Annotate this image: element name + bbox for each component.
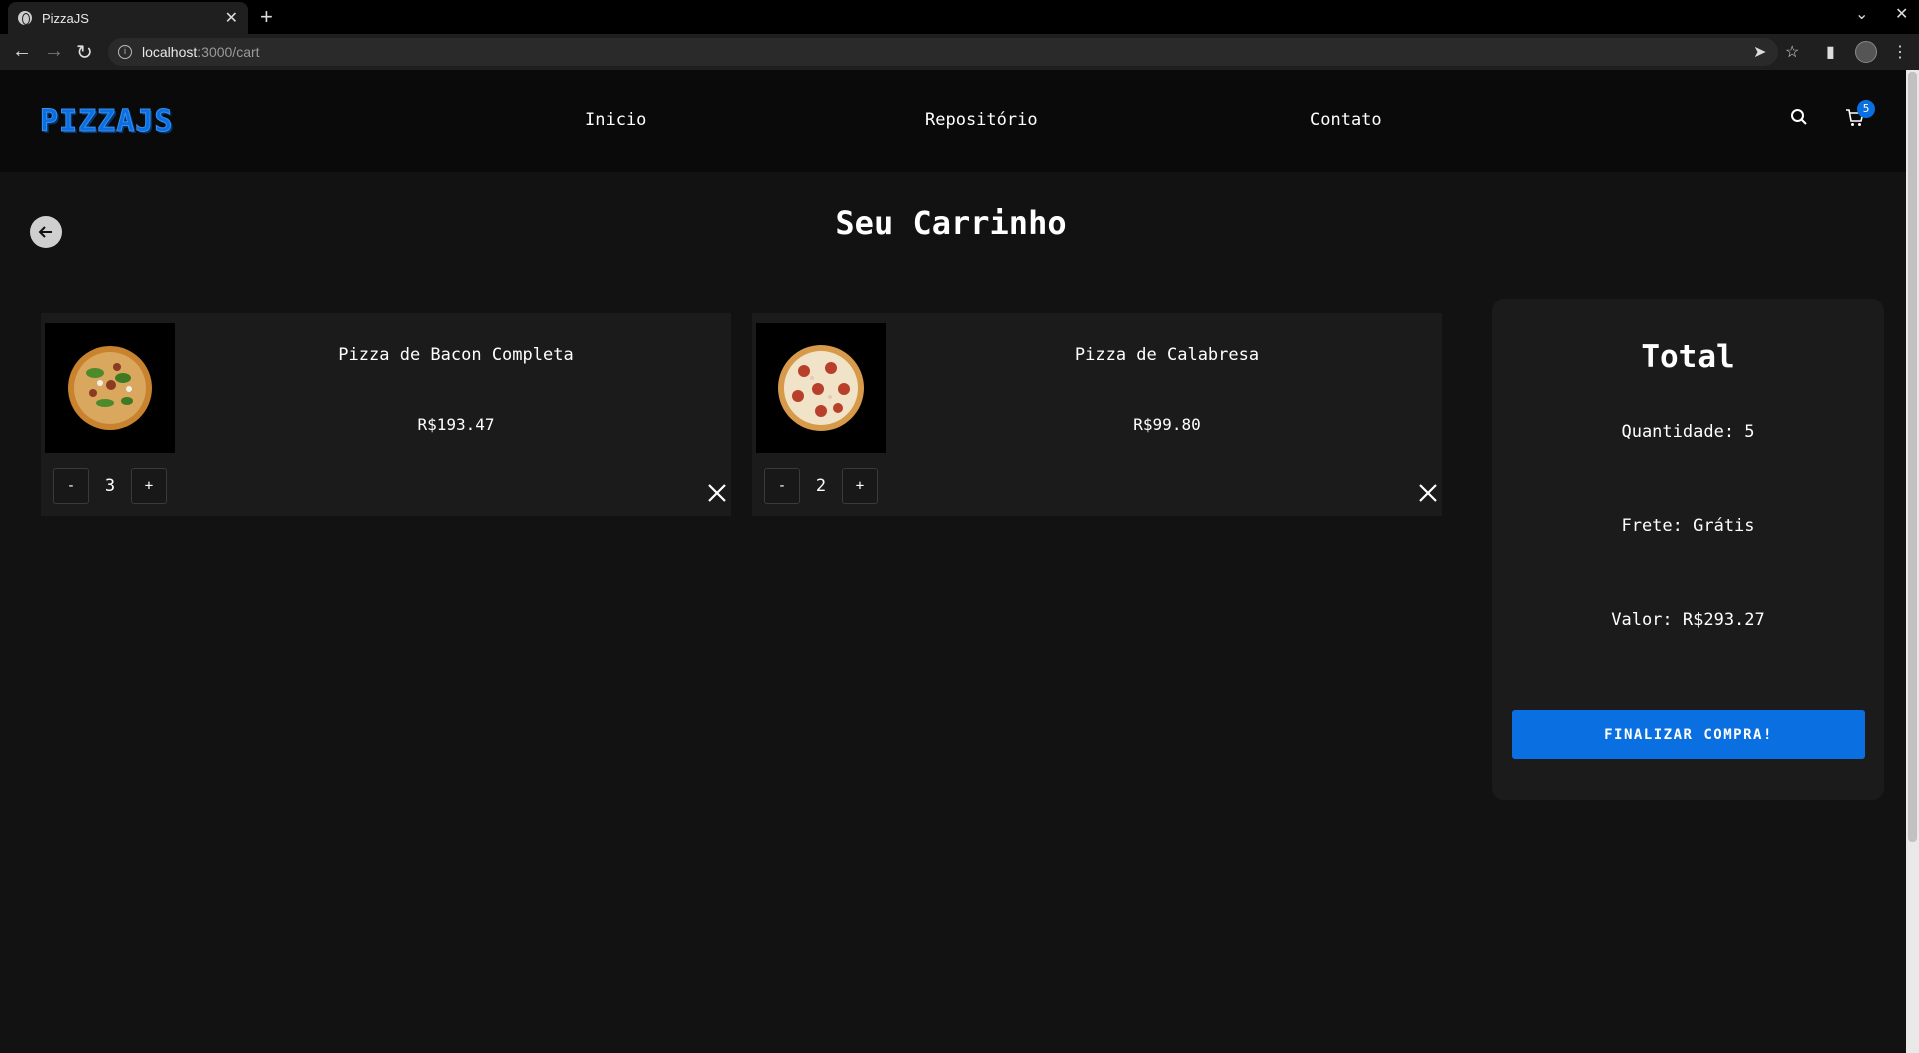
checkout-button[interactable]: FINALIZAR COMPRA! [1512,710,1865,759]
window-close-icon[interactable]: ✕ [1895,4,1908,24]
forward-arrow-icon[interactable]: → [44,40,64,63]
browser-toolbar: ← → ↻ i localhost:3000/cart ➤ ☆ ▮ ⋮ [0,34,1919,70]
cart-item: Pizza de Bacon Completa R$193.47 - 3 + [41,313,731,516]
new-tab-icon[interactable]: + [260,4,273,30]
browser-tab-bar: PizzaJS ✕ + ⌄ ✕ [0,0,1919,34]
cart-item-name: Pizza de Calabresa [1074,345,1260,365]
profile-avatar[interactable] [1855,41,1877,63]
nav-link-repositorio[interactable]: Repositório [925,110,1038,130]
globe-icon [18,11,32,25]
site-info-icon[interactable]: i [118,45,132,59]
address-bar[interactable]: i localhost:3000/cart [108,38,1778,66]
cart-count-badge: 5 [1857,100,1875,118]
url-path: :3000/cart [197,44,260,60]
order-summary: Total Quantidade: 5 Frete: Grátis Valor:… [1492,299,1884,800]
remove-item-close-icon[interactable] [707,483,727,507]
search-icon[interactable] [1790,108,1808,130]
summary-quantity: Quantidade: 5 [1621,422,1755,442]
menu-kebab-icon[interactable]: ⋮ [1892,42,1908,62]
decrement-button[interactable]: - [53,468,89,504]
summary-shipping: Frete: Grátis [1621,516,1755,536]
site-logo[interactable]: PIZZAJS [39,104,173,140]
nav-link-contato[interactable]: Contato [1310,110,1382,130]
pizza-image [756,323,886,453]
browser-tab[interactable]: PizzaJS ✕ [8,2,248,34]
page-title: Seu Carrinho [835,204,1067,242]
pizza-image [45,323,175,453]
increment-button[interactable]: + [131,468,167,504]
quantity-stepper: - 2 + [764,468,878,504]
increment-button[interactable]: + [842,468,878,504]
quantity-value: 2 [815,476,827,496]
cart-item: Pizza de Calabresa R$99.80 - 2 + [752,313,1442,516]
quantity-value: 3 [104,476,116,496]
remove-item-close-icon[interactable] [1418,483,1438,507]
summary-title: Total [1641,339,1735,375]
scrollbar-thumb[interactable] [1908,72,1917,842]
tab-close-icon[interactable]: ✕ [225,8,238,28]
site-header: PIZZAJS Inicio Repositório Contato 5 [0,70,1906,172]
tab-search-icon[interactable]: ⌄ [1855,4,1868,24]
nav-link-inicio[interactable]: Inicio [585,110,646,130]
cart-item-price: R$99.80 [1133,415,1201,434]
summary-value: Valor: R$293.27 [1611,610,1765,630]
bookmark-star-icon[interactable]: ☆ [1785,42,1799,62]
page-scrollbar[interactable] [1906,70,1919,1053]
cart-item-price: R$193.47 [417,415,495,434]
send-icon[interactable]: ➤ [1753,42,1766,62]
url-host: localhost [142,44,198,60]
back-arrow-icon[interactable]: ← [12,40,32,63]
cart-item-name: Pizza de Bacon Completa [338,345,574,365]
tab-title: PizzaJS [42,10,89,26]
reload-icon[interactable]: ↻ [76,40,93,65]
page-viewport: PIZZAJS Inicio Repositório Contato 5 Seu… [0,70,1906,1053]
quantity-stepper: - 3 + [53,468,167,504]
decrement-button[interactable]: - [764,468,800,504]
side-panel-icon[interactable]: ▮ [1826,42,1835,62]
